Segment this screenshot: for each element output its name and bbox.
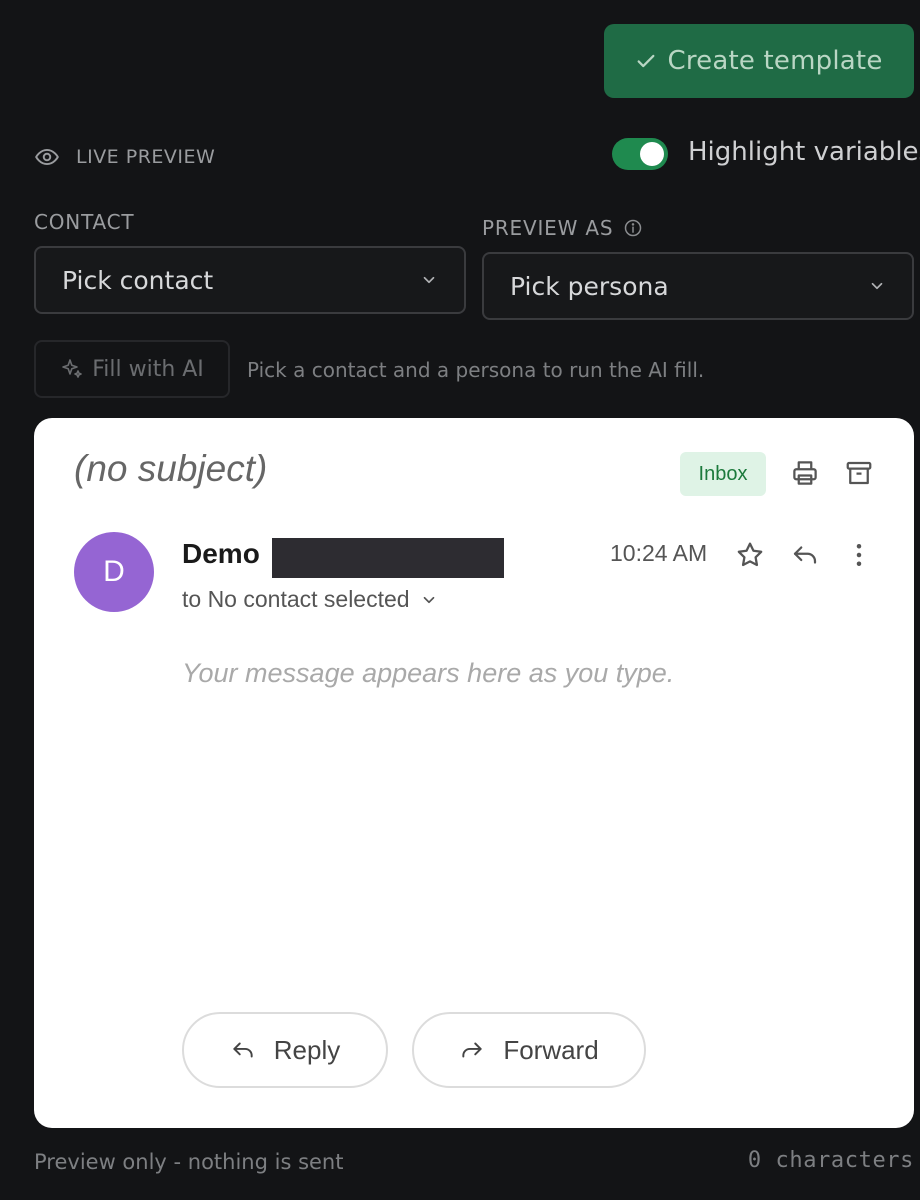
chevron-down-icon [868,277,886,295]
reply-icon [230,1037,256,1063]
forward-icon [459,1037,485,1063]
persona-select[interactable]: Pick persona [482,252,914,320]
contact-label: CONTACT [34,210,135,234]
live-preview-label: LIVE PREVIEW [76,146,216,168]
highlight-variables-toggle[interactable] [612,138,668,170]
character-count: 0 characters [747,1148,914,1173]
preview-as-heading: PREVIEW AS [482,216,643,240]
more-vertical-icon[interactable] [844,540,874,570]
fill-with-ai-label: Fill with AI [92,356,204,382]
email-subject: (no subject) [74,448,268,489]
sender-name: Demo [182,538,260,569]
forward-button[interactable]: Forward [412,1012,646,1088]
reply-button-label: Reply [273,1034,341,1065]
highlight-variables-label: Highlight variables [688,137,920,167]
avatar: D [74,532,154,612]
toggle-knob [640,142,664,166]
print-icon[interactable] [790,458,820,488]
chevron-down-icon [420,591,438,609]
check-icon [635,50,657,72]
live-preview-heading: LIVE PREVIEW [34,144,215,170]
star-icon[interactable] [734,539,766,571]
preview-only-note: Preview only - nothing is sent [34,1150,344,1174]
email-preview-card: (no subject) Inbox D Demo 10:24 AM to No… [34,418,914,1128]
forward-button-label: Forward [503,1034,599,1065]
persona-select-value: Pick persona [510,271,669,301]
reply-button[interactable]: Reply [182,1012,388,1088]
chevron-down-icon [420,271,438,289]
reply-icon[interactable] [790,540,820,570]
sparkles-icon [60,357,84,381]
contact-select-value: Pick contact [62,265,214,295]
eye-icon [34,144,60,170]
contact-select[interactable]: Pick contact [34,246,466,314]
recipient-line[interactable]: to No contact selected [182,586,438,613]
preview-as-label: PREVIEW AS [482,216,614,240]
message-body-placeholder: Your message appears here as you type. [182,658,675,688]
fill-with-ai-button[interactable]: Fill with AI [34,340,230,398]
create-template-button[interactable]: Create template [604,24,914,98]
info-icon[interactable] [623,218,643,238]
email-time: 10:24 AM [610,540,708,566]
create-template-label: Create template [667,46,883,76]
recipient-text: to No contact selected [182,586,410,612]
folder-badge: Inbox [680,452,766,496]
redacted-sender-address [272,538,504,578]
fill-hint-text: Pick a contact and a persona to run the … [247,358,705,382]
archive-icon[interactable] [844,458,874,488]
